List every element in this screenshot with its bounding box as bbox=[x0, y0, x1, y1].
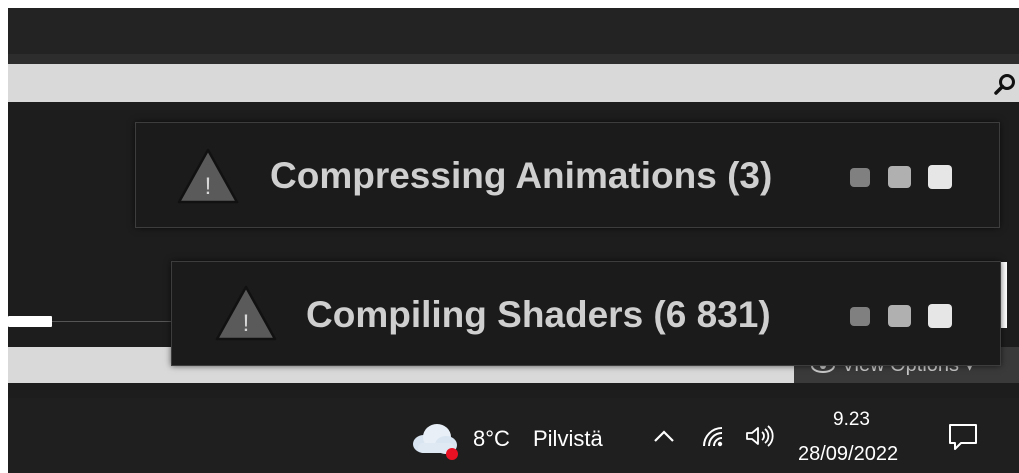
chevron-up-icon[interactable] bbox=[652, 426, 676, 446]
weather-condition[interactable]: Pilvistä bbox=[533, 426, 603, 452]
slider-fill[interactable] bbox=[8, 316, 52, 327]
throbber-dot bbox=[888, 166, 911, 188]
cloud-icon[interactable] bbox=[410, 418, 460, 462]
weather-temperature[interactable]: 8°C bbox=[473, 426, 510, 452]
screen: View Options ▾ ! Compressing Animations … bbox=[0, 0, 1019, 473]
notification-title: Compressing Animations (3) bbox=[270, 155, 773, 196]
search-icon[interactable] bbox=[993, 72, 1017, 96]
notification-title: Compiling Shaders (6 831) bbox=[306, 294, 771, 335]
throbber-dot bbox=[928, 304, 952, 328]
clock-date[interactable]: 28/09/2022 bbox=[798, 443, 898, 466]
notification-compressing-animations: ! Compressing Animations (3) bbox=[135, 122, 1000, 228]
wifi-icon[interactable] bbox=[700, 424, 726, 448]
taskbar: 8°C Pilvistä 9.23 28/09/2022 bbox=[8, 398, 1019, 473]
warning-icon: ! bbox=[215, 285, 277, 341]
notification-icon[interactable] bbox=[947, 422, 979, 452]
editor-toolbar-strip bbox=[8, 54, 1019, 64]
notification-compiling-shaders: ! Compiling Shaders (6 831) bbox=[171, 261, 1001, 366]
throbber-dots bbox=[850, 304, 960, 328]
throbber-dots bbox=[850, 165, 960, 189]
svg-text:!: ! bbox=[205, 173, 212, 200]
clock-time[interactable]: 9.23 bbox=[833, 409, 870, 431]
svg-text:!: ! bbox=[243, 310, 250, 337]
editor-top-bar bbox=[8, 8, 1019, 54]
throbber-dot bbox=[888, 305, 911, 327]
speaker-icon[interactable] bbox=[744, 424, 774, 448]
throbber-dot bbox=[850, 307, 870, 326]
search-bar[interactable] bbox=[8, 64, 1019, 102]
throbber-dot bbox=[850, 168, 870, 187]
throbber-dot bbox=[928, 165, 952, 189]
warning-icon: ! bbox=[177, 148, 239, 204]
